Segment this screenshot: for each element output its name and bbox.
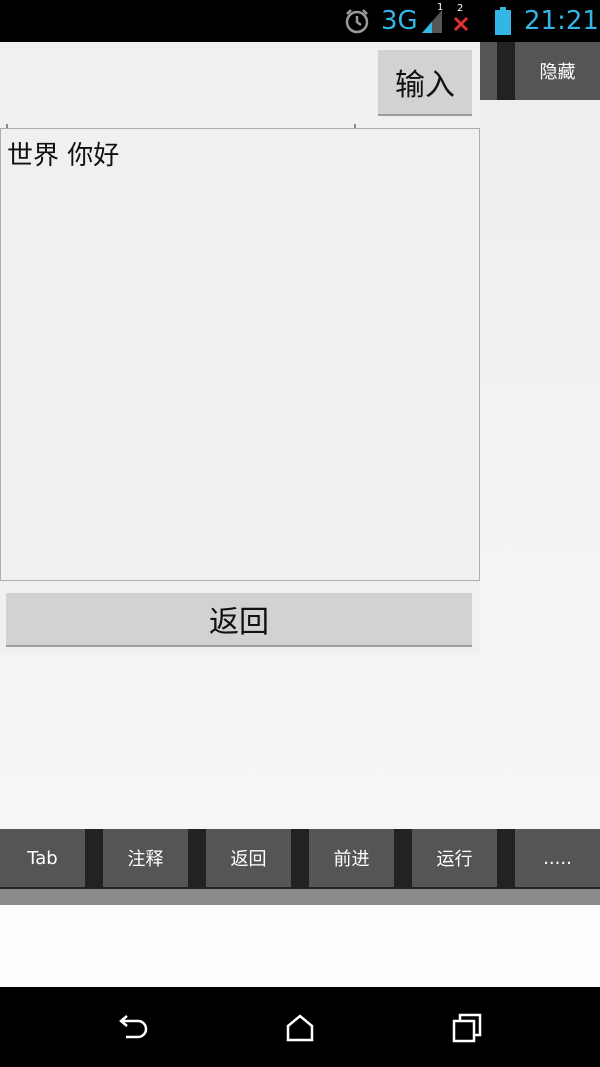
input-button[interactable]: 输入	[378, 50, 472, 116]
output-text: 世界 你好	[7, 141, 120, 171]
alarm-icon	[345, 9, 369, 34]
top-toolbar-button-hidden[interactable]	[478, 42, 497, 100]
comment-button[interactable]: 注释	[103, 829, 188, 887]
tab-button[interactable]: Tab	[0, 829, 85, 887]
status-bar: 3G 1 2 21:21	[0, 0, 600, 42]
hide-button[interactable]: 隐藏	[515, 42, 600, 100]
no-signal-icon: 2	[453, 3, 469, 32]
clock: 21:21	[524, 6, 599, 36]
network-type: 3G	[381, 6, 418, 36]
input-dialog: 输入 世界 你好 返回	[0, 42, 480, 654]
blank-area	[0, 905, 600, 987]
undo-button[interactable]: 返回	[206, 829, 291, 887]
toolbar-divider	[0, 889, 600, 905]
navigation-bar	[0, 987, 600, 1067]
sim1-indicator: 1	[437, 2, 444, 13]
recents-icon[interactable]	[450, 1011, 484, 1045]
back-icon[interactable]	[116, 1011, 150, 1045]
back-button[interactable]: 返回	[6, 593, 472, 647]
more-button[interactable]: .....	[515, 829, 600, 887]
home-icon[interactable]	[283, 1011, 317, 1045]
output-area[interactable]: 世界 你好	[0, 128, 480, 581]
sim2-indicator: 2	[457, 3, 463, 14]
redo-button[interactable]: 前进	[309, 829, 394, 887]
battery-icon	[495, 7, 511, 35]
run-button[interactable]: 运行	[412, 829, 497, 887]
bottom-toolbar: Tab 注释 返回 前进 运行 .....	[0, 829, 600, 889]
